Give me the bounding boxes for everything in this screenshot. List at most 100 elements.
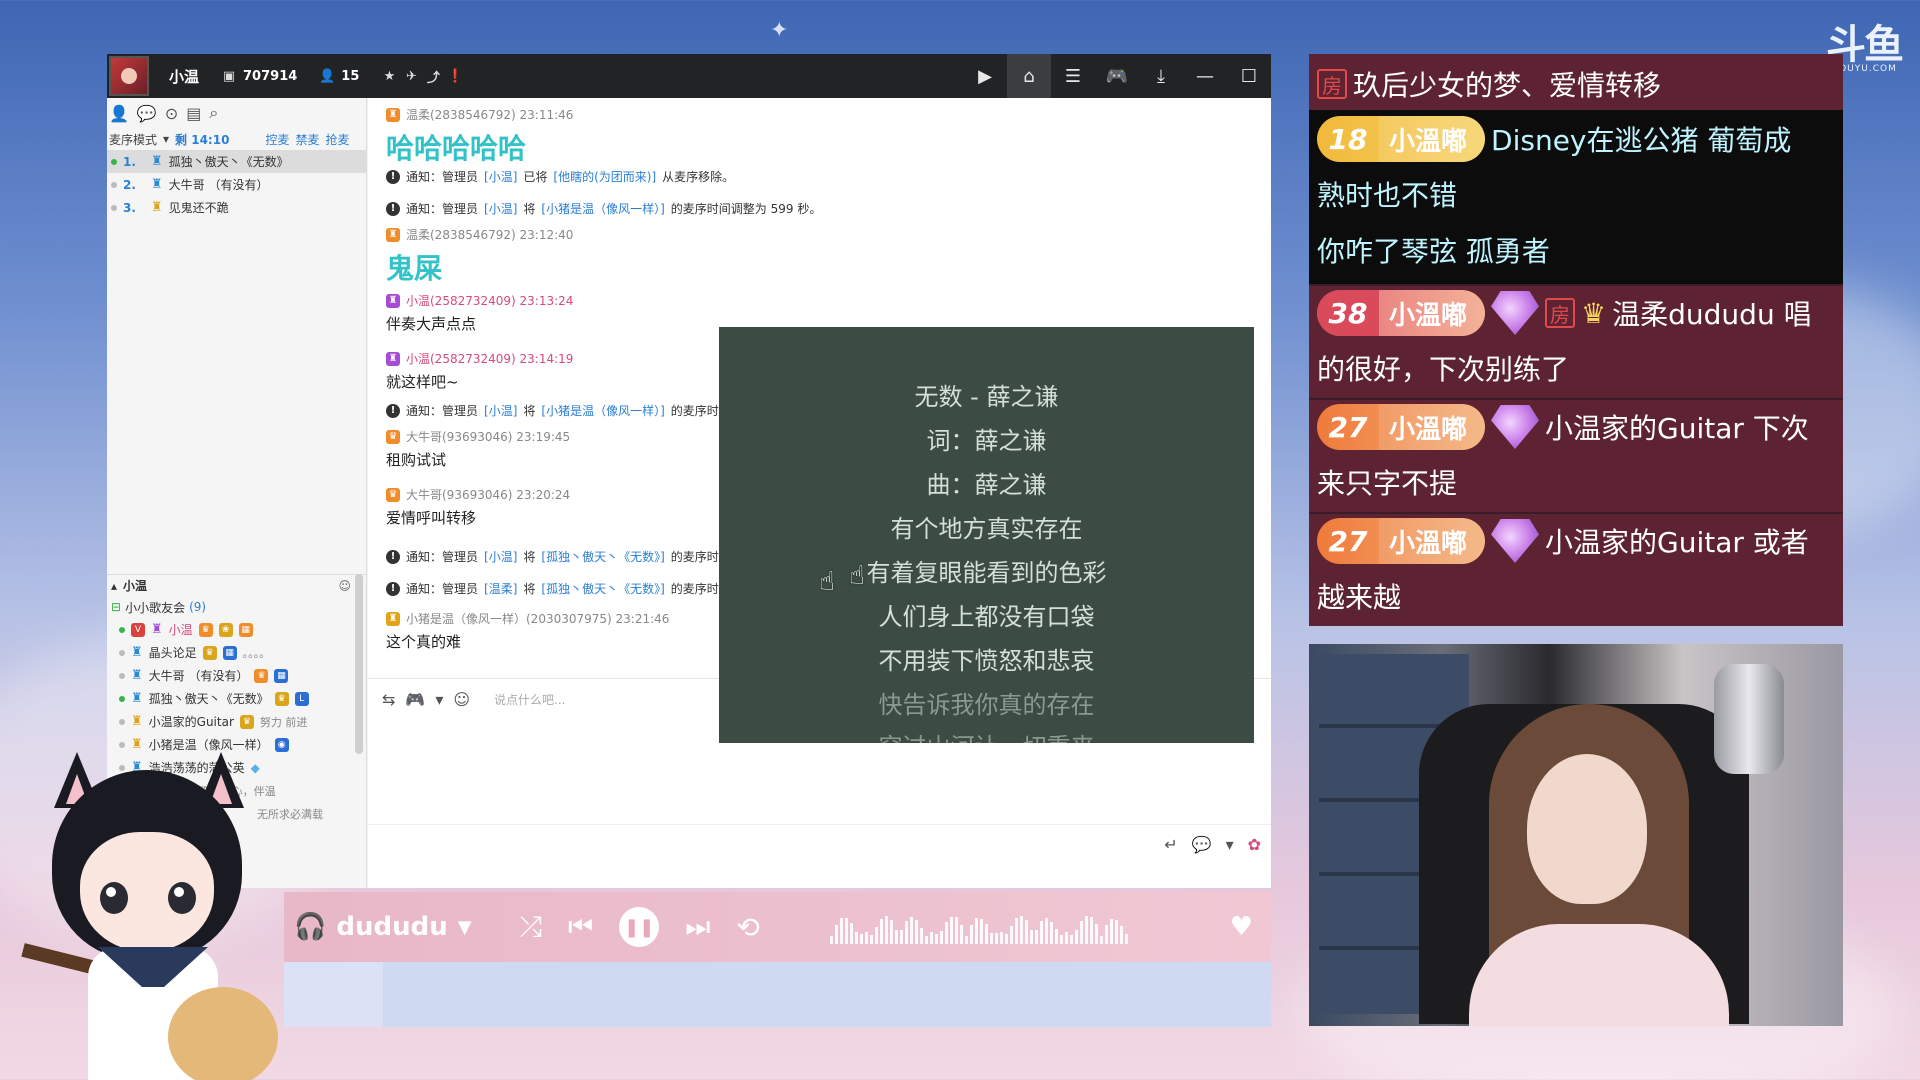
flower-icon[interactable]: ✿	[1248, 835, 1261, 854]
enter-icon[interactable]: ↵	[1164, 835, 1177, 854]
notice-user-link[interactable]: [小温]	[484, 548, 517, 565]
member-group[interactable]: ⊟ 小小歌友会 (9)	[107, 596, 206, 618]
emoji-icon[interactable]: ☺	[453, 690, 470, 709]
notice-verb: 将	[523, 202, 536, 216]
previous-icon[interactable]: ⏮	[568, 910, 593, 944]
message-sender[interactable]: 小温(2582732409) 23:13:24	[406, 292, 573, 309]
gamepad-icon[interactable]: 🎮	[405, 690, 425, 709]
chat-row: 27 小溫嘟 小温家的Guitar 或者 越来越	[1309, 514, 1843, 626]
room-name: 小温	[169, 67, 200, 86]
member-item[interactable]: ♜ 孤独丶傲天丶《无数》 ♛ L	[107, 687, 363, 710]
collapse-icon[interactable]: ⊟	[111, 600, 121, 614]
gamepad-icon[interactable]: 🎮	[1095, 54, 1139, 98]
notice-user-link[interactable]: [小温]	[484, 402, 517, 419]
search-icon[interactable]: ⌕	[209, 103, 218, 123]
chat-text: 的很好，下次别练了	[1317, 353, 1570, 386]
chat-text: 你咋了琴弦 孤勇者	[1317, 235, 1550, 268]
notice-user-link[interactable]: [孤独丶傲天丶《无数》]	[541, 548, 664, 565]
shuffle-icon[interactable]: ⤮	[520, 910, 542, 944]
message-sender[interactable]: 大牛哥(93693046) 23:19:45	[406, 428, 570, 445]
maximize-button[interactable]: ☐	[1227, 54, 1271, 98]
notice-user-link[interactable]: [温柔]	[484, 580, 517, 597]
system-notice: ! 通知：管理员 [小温] 已将 [他瞎的(为团而来)] 从麦序移除。	[386, 168, 734, 185]
grab-mic-link[interactable]: 抢麦	[325, 131, 349, 148]
notice-user-link[interactable]: [小温]	[484, 168, 517, 185]
progress-bar[interactable]	[284, 962, 1271, 1027]
chevron-down-icon[interactable]: ▾	[435, 690, 443, 709]
notice-user-link[interactable]: [小猪是温（像风一样）]	[541, 402, 664, 419]
mic-queue-item[interactable]: 3. ♜ 见鬼还不跪	[107, 196, 366, 219]
tool-icon[interactable]: ⇆	[382, 690, 395, 709]
mic-mode-bar: 麦序模式 ▾ 剩 14:10 控麦 禁麦 抢麦	[107, 128, 366, 150]
message-sender[interactable]: 小猪是温（像风一样）(2030307975) 23:21:46	[406, 610, 669, 627]
video-icon[interactable]: ▶	[963, 54, 1007, 98]
home-icon[interactable]: ⌂	[1007, 54, 1051, 98]
medal-icon: ▦	[222, 645, 237, 660]
chevron-down-icon[interactable]: ▾	[1226, 835, 1234, 854]
control-mic-link[interactable]: 控麦	[265, 131, 289, 148]
plane-icon[interactable]: ✈	[403, 69, 419, 84]
message-sender[interactable]: 温柔(2838546792) 23:11:46	[406, 106, 573, 123]
share-icon[interactable]: ⤴	[425, 67, 441, 86]
notice-user-link[interactable]: [孤独丶傲天丶《无数》]	[541, 580, 664, 597]
message-sender[interactable]: 小温(2582732409) 23:14:19	[406, 350, 573, 367]
notice-user-link[interactable]: [小温]	[484, 200, 517, 217]
location-icon[interactable]: ⊙	[165, 104, 178, 123]
waveform-bar	[1054, 929, 1058, 944]
chat-icon[interactable]: 💬	[137, 104, 157, 123]
ban-mic-link[interactable]: 禁麦	[295, 131, 319, 148]
notice-user-link[interactable]: [他瞎的(为团而来)]	[553, 168, 656, 185]
medal-icon: L	[294, 691, 309, 706]
message-text: 爱情呼叫转移	[386, 509, 477, 527]
chat-text: Disney在逃公猪 葡萄成	[1491, 124, 1792, 157]
message-sender[interactable]: 温柔(2838546792) 23:12:40	[406, 226, 573, 243]
member-item[interactable]: ♜ 大牛哥 （有没有） ♛ ▦	[107, 664, 363, 687]
member-item[interactable]: ♜ 小温家的Guitar ♛ 努力 前进	[107, 710, 363, 733]
next-icon[interactable]: ⏭	[685, 910, 710, 944]
download-icon[interactable]: ⤓	[1139, 54, 1183, 98]
lyric-line: 有个地方真实存在	[890, 515, 1083, 543]
queue-name: 大牛哥 （有没有）	[168, 178, 269, 192]
player-title[interactable]: 🎧 dududu ▼	[294, 912, 472, 942]
lyric-line: 词：薛之谦	[926, 427, 1047, 455]
waveform-bar	[1114, 920, 1118, 944]
list-icon[interactable]: ☰	[1051, 54, 1095, 98]
user-badge-icon: ♜	[386, 227, 400, 242]
chat-bubble-icon[interactable]: 💬	[1192, 835, 1212, 854]
member-scrollbar[interactable]	[355, 574, 363, 754]
room-avatar[interactable]	[109, 56, 149, 96]
minimize-button[interactable]: —	[1183, 54, 1227, 98]
pause-button[interactable]: ❚❚	[619, 907, 660, 947]
waveform-bar	[894, 930, 898, 944]
chevron-icon[interactable]: ▴	[111, 579, 117, 593]
mic-mode-dropdown[interactable]: 麦序模式	[109, 131, 157, 148]
chat-text: 小温家的Guitar 或者	[1545, 526, 1809, 559]
star-icon[interactable]: ★	[381, 69, 397, 84]
heart-icon[interactable]: ♥	[1230, 912, 1253, 942]
title-actions: ★ ✈ ⤴ ❗	[381, 67, 464, 86]
chat-text: 熟时也不错	[1317, 179, 1458, 212]
user-icon[interactable]: 👤	[109, 104, 129, 123]
queue-name: 见鬼还不跪	[168, 201, 229, 215]
mic-queue-item[interactable]: 2. ♜ 大牛哥 （有没有）	[107, 173, 366, 196]
notice-user-link[interactable]: [小猪是温（像风一样）]	[541, 200, 664, 217]
repeat-icon[interactable]: ⟲	[736, 911, 759, 944]
chat-input[interactable]: 说点什么吧...	[494, 691, 565, 708]
playback-controls: ⤮ ⏮ ❚❚ ⏭ ⟲	[520, 907, 760, 947]
member-item[interactable]: ♜ 晶头论足 ♛ ▦ 。。。。	[107, 641, 363, 664]
user-badge-icon: ♜	[151, 154, 163, 169]
robot-icon[interactable]: ☺	[338, 579, 351, 593]
fan-name: 小溫嘟	[1379, 116, 1486, 162]
chevron-down-icon[interactable]: ▼	[458, 917, 472, 938]
message-sender[interactable]: 大牛哥(93693046) 23:20:24	[406, 486, 570, 503]
list-icon[interactable]: ▤	[186, 104, 201, 123]
waveform-bar	[889, 920, 893, 944]
message-text: 就这样吧~	[386, 373, 459, 391]
info-icon[interactable]: ❗	[447, 69, 463, 84]
system-notice: ! 通知：管理员 [温柔] 将 [孤独丶傲天丶《无数》] 的麦序时	[386, 580, 719, 597]
waveform-bar	[884, 916, 888, 944]
member-item[interactable]: V ♜ 小温 ♛ ❀ ▦	[107, 618, 363, 641]
mic-queue-item[interactable]: 1. ♜ 孤独丶傲天丶《无数》	[107, 150, 366, 173]
queue-number: 2.	[123, 177, 136, 192]
medal-icon: ♛	[254, 668, 269, 683]
